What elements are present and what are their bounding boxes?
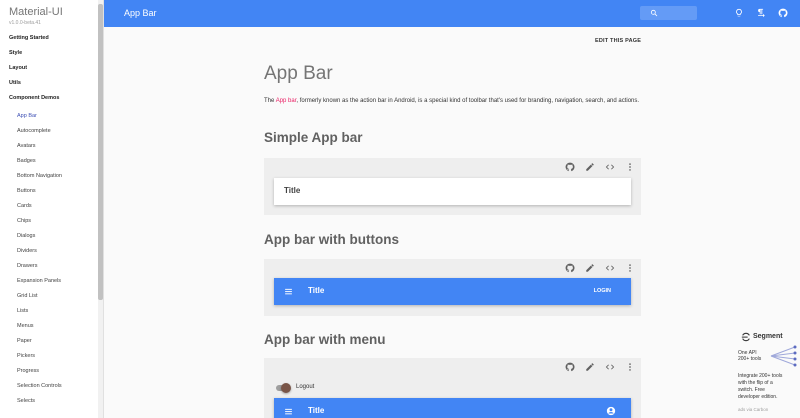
demo-app-bar-with-buttons: Title LOGIN (264, 259, 641, 316)
menu-icon[interactable] (284, 407, 293, 416)
demo-simple-app-bar: Title (264, 158, 641, 215)
code-icon[interactable] (605, 362, 615, 372)
ad-art-text: 200+ tools (738, 356, 762, 362)
github-icon[interactable] (565, 362, 575, 372)
sidebar-item-progress[interactable]: Progress (17, 368, 39, 374)
sidebar-item-pickers[interactable]: Pickers (17, 353, 35, 359)
more-vert-icon[interactable] (625, 162, 635, 172)
text-direction-icon[interactable] (756, 8, 766, 18)
account-circle-icon[interactable] (606, 406, 616, 416)
sidebar-item-expansion-panels[interactable]: Expansion Panels (17, 278, 61, 284)
edit-icon[interactable] (585, 162, 595, 172)
top-app-bar: App Bar (104, 0, 800, 27)
app-bar-title: Title (284, 186, 301, 195)
demo-toolbar (565, 362, 635, 374)
demo-toolbar (565, 162, 635, 174)
sidebar-item-drawers[interactable]: Drawers (17, 263, 37, 269)
sidebar-item-buttons[interactable]: Buttons (17, 188, 36, 194)
demo-app-bar-with-menu: Logout Title (264, 358, 641, 418)
simple-app-bar: Title (274, 178, 631, 205)
code-icon[interactable] (605, 263, 615, 273)
switch-label: Logout (296, 384, 315, 390)
ad-brand: Segment (753, 333, 783, 340)
sidebar-item-chips[interactable]: Chips (17, 218, 31, 224)
lightbulb-icon[interactable] (734, 8, 744, 18)
sidebar-item-grid-list[interactable]: Grid List (17, 293, 37, 299)
app-bar-link[interactable]: App bar (276, 98, 297, 104)
sidebar-item-bottom-navigation[interactable]: Bottom Navigation (17, 173, 62, 179)
edit-icon[interactable] (585, 362, 595, 372)
ad-text: Integrate 200+ tools (738, 373, 783, 379)
sidebar-item-style[interactable]: Style (9, 50, 22, 56)
carbon-ad[interactable]: Segment One API 200+ tools Integrate 200… (733, 330, 800, 418)
sidebar-item-lists[interactable]: Lists (17, 308, 28, 314)
search-icon (650, 9, 658, 17)
sidebar-item-cards[interactable]: Cards (17, 203, 32, 209)
app-bar-with-buttons: Title LOGIN (274, 278, 631, 305)
sidebar-item-app-bar[interactable]: App Bar (17, 113, 37, 119)
sidebar-item-menus[interactable]: Menus (17, 323, 34, 329)
more-vert-icon[interactable] (625, 362, 635, 372)
login-button[interactable]: LOGIN (594, 288, 611, 294)
more-vert-icon[interactable] (625, 263, 635, 273)
sidebar-item-dividers[interactable]: Dividers (17, 248, 37, 254)
section-title-app-bar-with-menu: App bar with menu (264, 332, 386, 347)
github-icon[interactable] (778, 8, 788, 18)
switch-thumb (281, 383, 291, 393)
sidebar-item-paper[interactable]: Paper (17, 338, 32, 344)
topbar-title: App Bar (124, 8, 157, 18)
ad-illustration-icon (770, 345, 797, 367)
app-bar-with-menu: Title (274, 398, 631, 418)
ad-footer[interactable]: ads via Carbon (738, 407, 768, 412)
sidebar-item-dialogs[interactable]: Dialogs (17, 233, 35, 239)
sidebar-item-getting-started[interactable]: Getting Started (9, 35, 49, 41)
intro-text: , formerly known as the action bar in An… (296, 98, 640, 104)
github-icon[interactable] (565, 162, 575, 172)
ad-text: switch. Free (738, 387, 765, 393)
app-bar-title: Title (308, 406, 325, 415)
segment-logo-icon (741, 332, 750, 342)
sidebar-item-utils[interactable]: Utils (9, 80, 21, 86)
page-title: App Bar (264, 63, 333, 84)
search-input[interactable] (640, 6, 697, 20)
sidebar-scroll-thumb[interactable] (98, 4, 103, 300)
sidebar-item-autocomplete[interactable]: Autocomplete (17, 128, 51, 134)
section-title-simple-app-bar: Simple App bar (264, 130, 363, 145)
sidebar-item-layout[interactable]: Layout (9, 65, 27, 71)
code-icon[interactable] (605, 162, 615, 172)
demo-toolbar (565, 263, 635, 275)
edit-icon[interactable] (585, 263, 595, 273)
ad-text: with the flip of a (738, 380, 773, 386)
github-icon[interactable] (565, 263, 575, 273)
menu-icon[interactable] (284, 287, 293, 296)
sidebar: Material-UI v1.0.0-beta.41 Getting Start… (0, 0, 104, 418)
app-bar-title: Title (308, 286, 325, 295)
logout-switch[interactable] (274, 383, 294, 393)
intro-paragraph: The App bar, formerly known as the actio… (264, 96, 644, 107)
version-label: v1.0.0-beta.41 (9, 20, 41, 26)
brand-title[interactable]: Material-UI (9, 6, 63, 18)
sidebar-item-selection-controls[interactable]: Selection Controls (17, 383, 62, 389)
sidebar-item-component-demos[interactable]: Component Demos (9, 95, 59, 101)
intro-text: The (264, 98, 276, 104)
sidebar-item-selects[interactable]: Selects (17, 398, 35, 404)
section-title-app-bar-with-buttons: App bar with buttons (264, 232, 399, 247)
ad-text: developer edition. (738, 394, 778, 400)
sidebar-item-avatars[interactable]: Avatars (17, 143, 36, 149)
sidebar-item-badges[interactable]: Badges (17, 158, 36, 164)
edit-this-page-link[interactable]: EDIT THIS PAGE (595, 38, 641, 44)
